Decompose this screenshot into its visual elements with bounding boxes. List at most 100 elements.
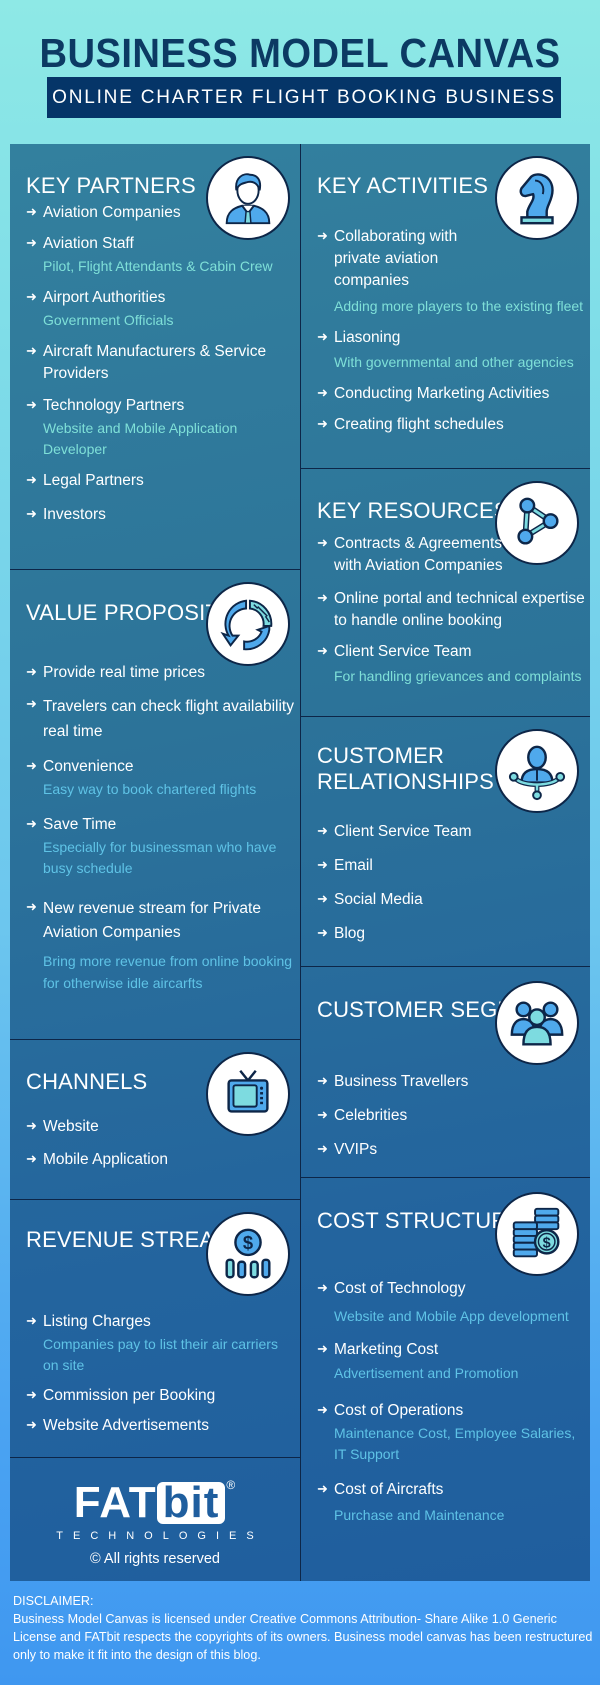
arrow-icon: ➜ [317,891,328,906]
arrow-icon: ➜ [317,1073,328,1088]
arrow-icon: ➜ [26,204,37,219]
value-proposition-list: ➜ Provide real time prices ➜ Travelers c… [26,662,296,994]
arrow-icon: ➜ [26,696,37,711]
arrow-icon: ➜ [26,1387,37,1402]
fatbit-logo: FAT bit ® [73,1478,237,1527]
arrow-icon: ➜ [317,590,328,605]
arrow-icon: ➜ [317,1107,328,1122]
arrow-icon: ➜ [26,1118,37,1133]
dollar-bars-icon: $ [206,1212,290,1296]
channels-block: CHANNELS ➜ Website ➜ Mobile Application [10,1040,300,1200]
arrow-icon: ➜ [26,397,37,412]
list-item: ➜ Aviation Staff Pilot, Flight Attendant… [26,235,273,274]
business-model-canvas: KEY PARTNERS ➜ Aviation Companies ➜ Avia… [10,144,590,1581]
list-item: ➜ Liasoning With governmental and other … [317,329,574,370]
arrow-icon: ➜ [317,823,328,838]
list-item: ➜ Business Travellers [317,1073,469,1090]
key-partners-block: KEY PARTNERS ➜ Aviation Companies ➜ Avia… [10,144,300,570]
arrow-icon: ➜ [26,472,37,487]
arrow-icon: ➜ [317,1280,328,1295]
arrow-icon: ➜ [317,385,328,400]
arrow-icon: ➜ [26,1151,37,1166]
customer-segments-list: ➜ Business Travellers ➜ Celebrities ➜ VV… [317,1071,586,1161]
arrow-icon: ➜ [317,857,328,872]
list-item: ➜ Aircraft Manufacturers & Service Provi… [26,343,267,382]
disclaimer-text: Business Model Canvas is licensed under … [13,1612,593,1662]
list-item: ➜ Cost of Technology Website and Mobile … [317,1280,569,1324]
coin-stacks-icon: $ [495,1192,579,1276]
channels-list: ➜ Website ➜ Mobile Application [26,1116,296,1171]
connected-person-icon [495,729,579,813]
customer-relationships-list: ➜ Client Service Team ➜ Email ➜ Social M… [317,821,586,945]
arrow-icon: ➜ [26,235,37,250]
key-resources-list: ➜ Contracts & Agreements with Aviation C… [317,533,586,687]
list-item: ➜ Provide real time prices [26,664,205,681]
arrow-icon: ➜ [317,925,328,940]
svg-text:$: $ [543,1236,551,1252]
arrow-icon: ➜ [317,416,328,431]
header: BUSINESS MODEL CANVAS ONLINE CHARTER FLI… [0,0,600,144]
disclaimer-heading: DISCLAIMER: [13,1594,94,1608]
list-item: ➜ Cost of Operations Maintenance Cost, E… [317,1402,576,1462]
list-item: ➜ Legal Partners [26,472,144,489]
list-item: ➜ Aviation Companies [26,204,181,221]
list-item: ➜ Social Media [317,891,423,908]
list-item: ➜ Online portal and technical expertise … [317,590,585,629]
copyright-text: © All rights reserved [90,1551,220,1567]
list-item: ➜ Convenience Easy way to book chartered… [26,758,257,797]
cycle-arrows-icon [206,582,290,666]
cost-structure-title: COST STRUCTURE [317,1208,523,1233]
list-item: ➜ Commission per Booking [26,1387,216,1404]
user-group-icon [495,981,579,1065]
revenue-streams-block: REVENUE STREAMS $ ➜ Listing Charges Comp… [10,1200,300,1458]
list-item: ➜ Creating flight schedules [317,416,504,433]
list-item: ➜ Client Service Team [317,823,472,840]
arrow-icon: ➜ [317,1341,328,1356]
list-item: ➜ Mobile Application [26,1151,168,1168]
disclaimer: DISCLAIMER: Business Model Canvas is lic… [13,1592,593,1664]
arrow-icon: ➜ [317,329,328,344]
list-item: ➜ Blog [317,925,366,942]
list-item: ➜ Investors [26,506,106,523]
arrow-icon: ➜ [317,535,328,550]
key-resources-block: KEY RESOURCES ➜ Contracts & Agreements w… [301,469,590,717]
page-title: BUSINESS MODEL CANVAS [39,30,561,76]
page-subtitle: ONLINE CHARTER FLIGHT BOOKING BUSINESS [52,86,556,108]
key-resources-title: KEY RESOURCES [317,498,509,523]
list-item: ➜ Email [317,857,373,874]
key-partners-list: ➜ Aviation Companies ➜ Aviation Staff Pi… [26,202,296,526]
key-partners-title: KEY PARTNERS [26,173,196,198]
logo-tagline: TECHNOLOGIES [56,1530,264,1542]
arrow-icon: ➜ [317,228,328,243]
arrow-icon: ➜ [26,506,37,521]
value-proposition-block: VALUE PROPOSITION ➜ Provide real time pr… [10,570,300,1040]
list-item: ➜ Marketing Cost Advertisement and Promo… [317,1341,519,1381]
list-item: ➜ Contracts & Agreements with Aviation C… [317,535,503,574]
arrow-icon: ➜ [26,289,37,304]
list-item: ➜ Client Service Team For handling griev… [317,643,582,684]
list-item: ➜ Website [26,1118,99,1135]
subtitle-banner: ONLINE CHARTER FLIGHT BOOKING BUSINESS [47,77,561,118]
arrow-icon: ➜ [26,1313,37,1328]
list-item: ➜ Website Advertisements [26,1417,209,1434]
list-item: ➜ VVIPs [317,1141,378,1158]
list-item: ➜ Airport Authorities Government Officia… [26,289,174,328]
arrow-icon: ➜ [317,1141,328,1156]
list-item: ➜ Technology Partners Website and Mobile… [26,397,238,457]
customer-relationships-block: CUSTOMER RELATIONSHIPS ➜ Client Service … [301,717,590,967]
list-item: ➜ Cost of Aircrafts Purchase and Mainten… [317,1481,505,1523]
arrow-icon: ➜ [317,643,328,658]
arrow-icon: ➜ [26,664,37,679]
brand-footer: FAT bit ® TECHNOLOGIES © All rights reserv… [10,1458,300,1581]
key-activities-block: KEY ACTIVITIES ➜ Collaborating with priv… [301,144,590,469]
arrow-icon: ➜ [26,1417,37,1432]
list-item: ➜ Save Time Especially for businessman w… [26,816,277,876]
list-item: ➜ Travelers can check flight availabilit… [26,696,294,740]
key-activities-list: ➜ Collaborating with private aviation co… [317,226,586,436]
key-activities-title: KEY ACTIVITIES [317,173,489,198]
list-item: ➜ Listing Charges Companies pay to list … [26,1313,278,1373]
revenue-streams-list: ➜ Listing Charges Companies pay to list … [26,1311,296,1437]
arrow-icon: ➜ [317,1481,328,1496]
list-item: ➜ Collaborating with private aviation co… [317,228,584,314]
list-item: ➜ New revenue stream for Private Aviatio… [26,899,293,991]
